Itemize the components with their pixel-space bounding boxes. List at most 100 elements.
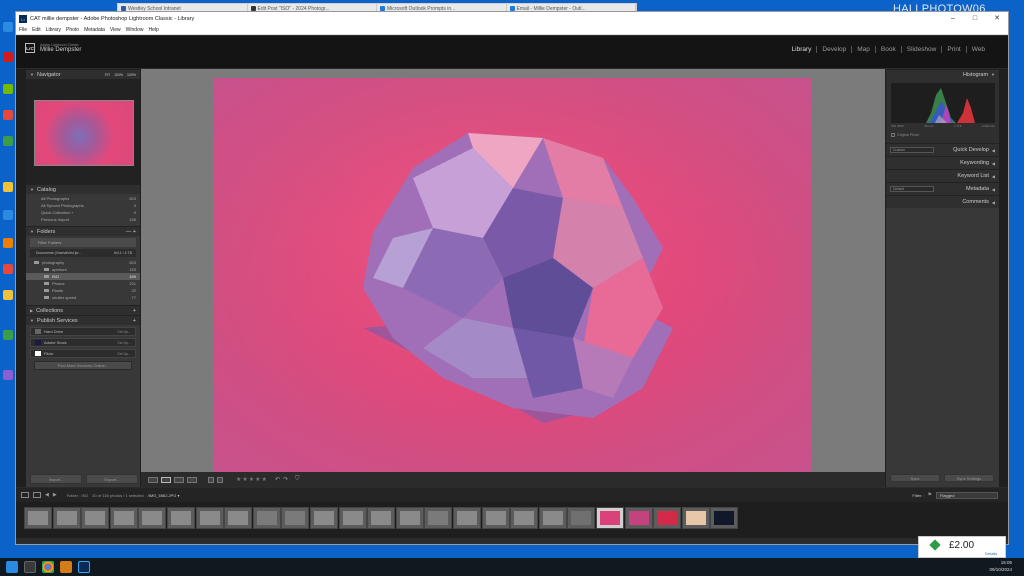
panel-keywording[interactable]: Keywording ◀ — [886, 156, 999, 169]
module-develop[interactable]: Develop — [816, 46, 851, 53]
flag-icon[interactable] — [208, 476, 214, 483]
navigator-header[interactable]: ▼ Navigator FIT 100% 100% — [26, 69, 140, 79]
desktop-app-icon[interactable] — [3, 264, 13, 274]
star-rating[interactable]: ★★★★★ — [236, 476, 268, 483]
filmstrip-thumbnail[interactable] — [596, 507, 624, 529]
loupe-view-button[interactable] — [161, 476, 171, 483]
set-up-button[interactable]: Set Up... — [117, 352, 131, 356]
find-more-services-button[interactable]: Find More Services Online... — [34, 361, 132, 370]
compare-view-button[interactable] — [174, 476, 184, 483]
painter-icon[interactable]: ⛉ — [295, 476, 300, 483]
desktop-app-icon[interactable] — [3, 330, 13, 340]
catalog-item[interactable]: All Photographs 623 — [26, 195, 140, 202]
rotate-left-icon[interactable]: ↶ — [275, 476, 280, 483]
import-button[interactable]: Import... — [30, 474, 82, 484]
preset-dropdown[interactable]: Default — [890, 186, 934, 192]
loupe-view[interactable] — [141, 69, 885, 476]
publish-services-header[interactable]: ▼ Publish Services + — [26, 315, 140, 325]
lightroom-taskbar-icon[interactable] — [78, 561, 90, 573]
add-service-icon[interactable]: + — [133, 318, 136, 324]
minimize-button[interactable]: – — [942, 12, 964, 26]
folder-item[interactable]: ISO 150 — [26, 273, 140, 280]
app-icon[interactable] — [60, 561, 72, 573]
sync-button[interactable]: Sync — [890, 474, 940, 482]
collections-header[interactable]: ▶ Collections + — [26, 305, 140, 315]
desktop-app-icon[interactable] — [3, 290, 13, 300]
navigator-preview[interactable] — [26, 79, 140, 184]
folders-header[interactable]: ▼ Folders — + — [26, 226, 140, 236]
menu-item-file[interactable]: File — [19, 27, 27, 33]
secondary-window-icon[interactable] — [21, 492, 29, 498]
reject-flag-icon[interactable] — [217, 476, 223, 483]
notification-details-link[interactable]: Details — [985, 551, 997, 556]
windows-start-icon[interactable] — [6, 561, 18, 573]
filmstrip-thumbnail[interactable] — [653, 507, 682, 529]
chrome-icon[interactable] — [42, 561, 54, 573]
notification-toast[interactable]: £2.00 Details — [918, 536, 1006, 558]
menu-item-edit[interactable]: Edit — [32, 27, 41, 33]
menu-item-photo[interactable]: Photo — [66, 27, 79, 33]
add-collection-icon[interactable]: + — [133, 308, 136, 314]
filmstrip-thumbnail[interactable] — [567, 507, 596, 529]
filmstrip-thumbnail[interactable] — [510, 507, 539, 529]
desktop-app-icon[interactable] — [3, 110, 13, 120]
panel-quick-develop[interactable]: Custom Quick Develop ◀ — [886, 143, 999, 156]
filmstrip-thumbnail[interactable] — [424, 507, 453, 529]
desktop-app-icon[interactable] — [3, 370, 13, 380]
desktop-app-icon[interactable] — [3, 182, 13, 192]
filmstrip-thumbnail[interactable] — [109, 507, 138, 529]
panel-metadata[interactable]: Default Metadata ◀ — [886, 182, 999, 195]
filmstrip-thumbnail[interactable] — [24, 507, 52, 529]
folder-item[interactable]: Plants 22 — [26, 287, 140, 294]
module-web[interactable]: Web — [965, 46, 990, 53]
menu-item-view[interactable]: View — [110, 27, 121, 33]
filmstrip-thumbnail[interactable] — [224, 507, 253, 529]
menu-item-help[interactable]: Help — [148, 27, 158, 33]
flag-filter-icon[interactable]: ⚑ — [928, 492, 932, 498]
forward-arrow-icon[interactable]: ▶ — [53, 492, 57, 498]
desktop-app-icon[interactable] — [3, 84, 13, 94]
module-print[interactable]: Print — [941, 46, 965, 53]
preset-dropdown[interactable]: Custom — [890, 147, 934, 153]
filmstrip-thumbnail[interactable] — [710, 507, 739, 529]
catalog-item[interactable]: All Synced Photographs 0 — [26, 202, 140, 209]
back-arrow-icon[interactable]: ◀ — [45, 492, 49, 498]
module-library[interactable]: Library — [787, 46, 817, 53]
close-button[interactable]: ✕ — [986, 12, 1008, 26]
selected-filename[interactable]: /IMG_5562.JPG ▾ — [148, 493, 180, 498]
filter-dropdown[interactable]: Flagged — [936, 491, 998, 499]
menu-item-library[interactable]: Library — [46, 27, 61, 33]
folder-item[interactable]: shutter speed 77 — [26, 294, 140, 301]
zoom-custom[interactable]: 100% — [127, 73, 136, 77]
maximize-button[interactable]: □ — [964, 12, 986, 26]
publish-service-item[interactable]: Adobe Stock Set Up... — [30, 338, 136, 347]
original-photo-toggle[interactable]: Original Photo — [891, 133, 919, 137]
zoom-100[interactable]: 100% — [114, 73, 123, 77]
set-up-button[interactable]: Set Up... — [117, 341, 131, 345]
filmstrip-thumbnail[interactable] — [481, 507, 510, 529]
grid-icon[interactable] — [33, 492, 41, 498]
filmstrip-thumbnail[interactable] — [367, 507, 396, 529]
search-icon[interactable] — [24, 561, 36, 573]
desktop-app-icon[interactable] — [3, 210, 13, 220]
survey-view-button[interactable] — [187, 476, 197, 483]
folder-item[interactable]: Photos 221 — [26, 280, 140, 287]
filmstrip-thumbnail[interactable] — [195, 507, 224, 529]
panel-comments[interactable]: Comments ◀ — [886, 195, 999, 208]
module-book[interactable]: Book — [874, 46, 901, 53]
filmstrip-thumbnail[interactable] — [281, 507, 310, 529]
filmstrip-thumbnail[interactable] — [310, 507, 338, 529]
panel-keyword-list[interactable]: Keyword List ◀ — [886, 169, 999, 182]
filmstrip-thumbnail[interactable] — [81, 507, 110, 529]
filmstrip-thumbnail[interactable] — [395, 507, 424, 529]
desktop-app-icon[interactable] — [3, 136, 13, 146]
add-folder-icon[interactable]: — + — [126, 229, 136, 235]
filmstrip-thumbnail[interactable] — [624, 507, 653, 529]
filmstrip-thumbnail[interactable] — [538, 507, 567, 529]
filmstrip-thumbnail[interactable] — [252, 507, 281, 529]
module-map[interactable]: Map — [851, 46, 875, 53]
filmstrip-thumbnail[interactable] — [138, 507, 167, 529]
grid-view-button[interactable] — [148, 476, 158, 483]
zoom-fit[interactable]: FIT — [105, 73, 110, 77]
filter-folders-input[interactable]: Filter Folders — [30, 238, 136, 247]
